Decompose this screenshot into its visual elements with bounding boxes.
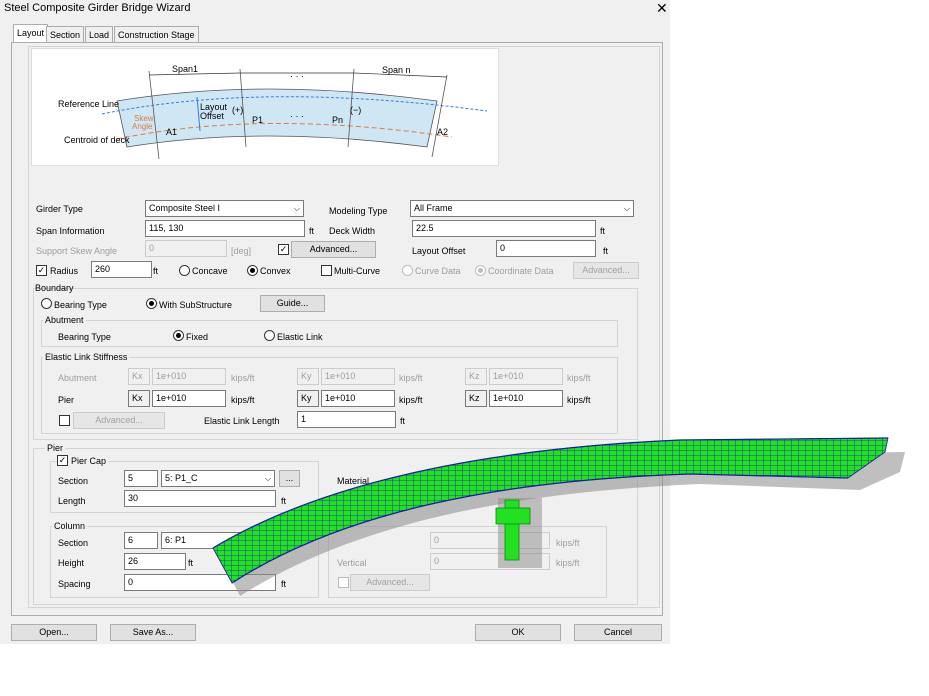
bridge-3d-model: [212, 437, 905, 596]
pier-cap: [495, 507, 531, 525]
bridge-deck: [212, 437, 889, 584]
